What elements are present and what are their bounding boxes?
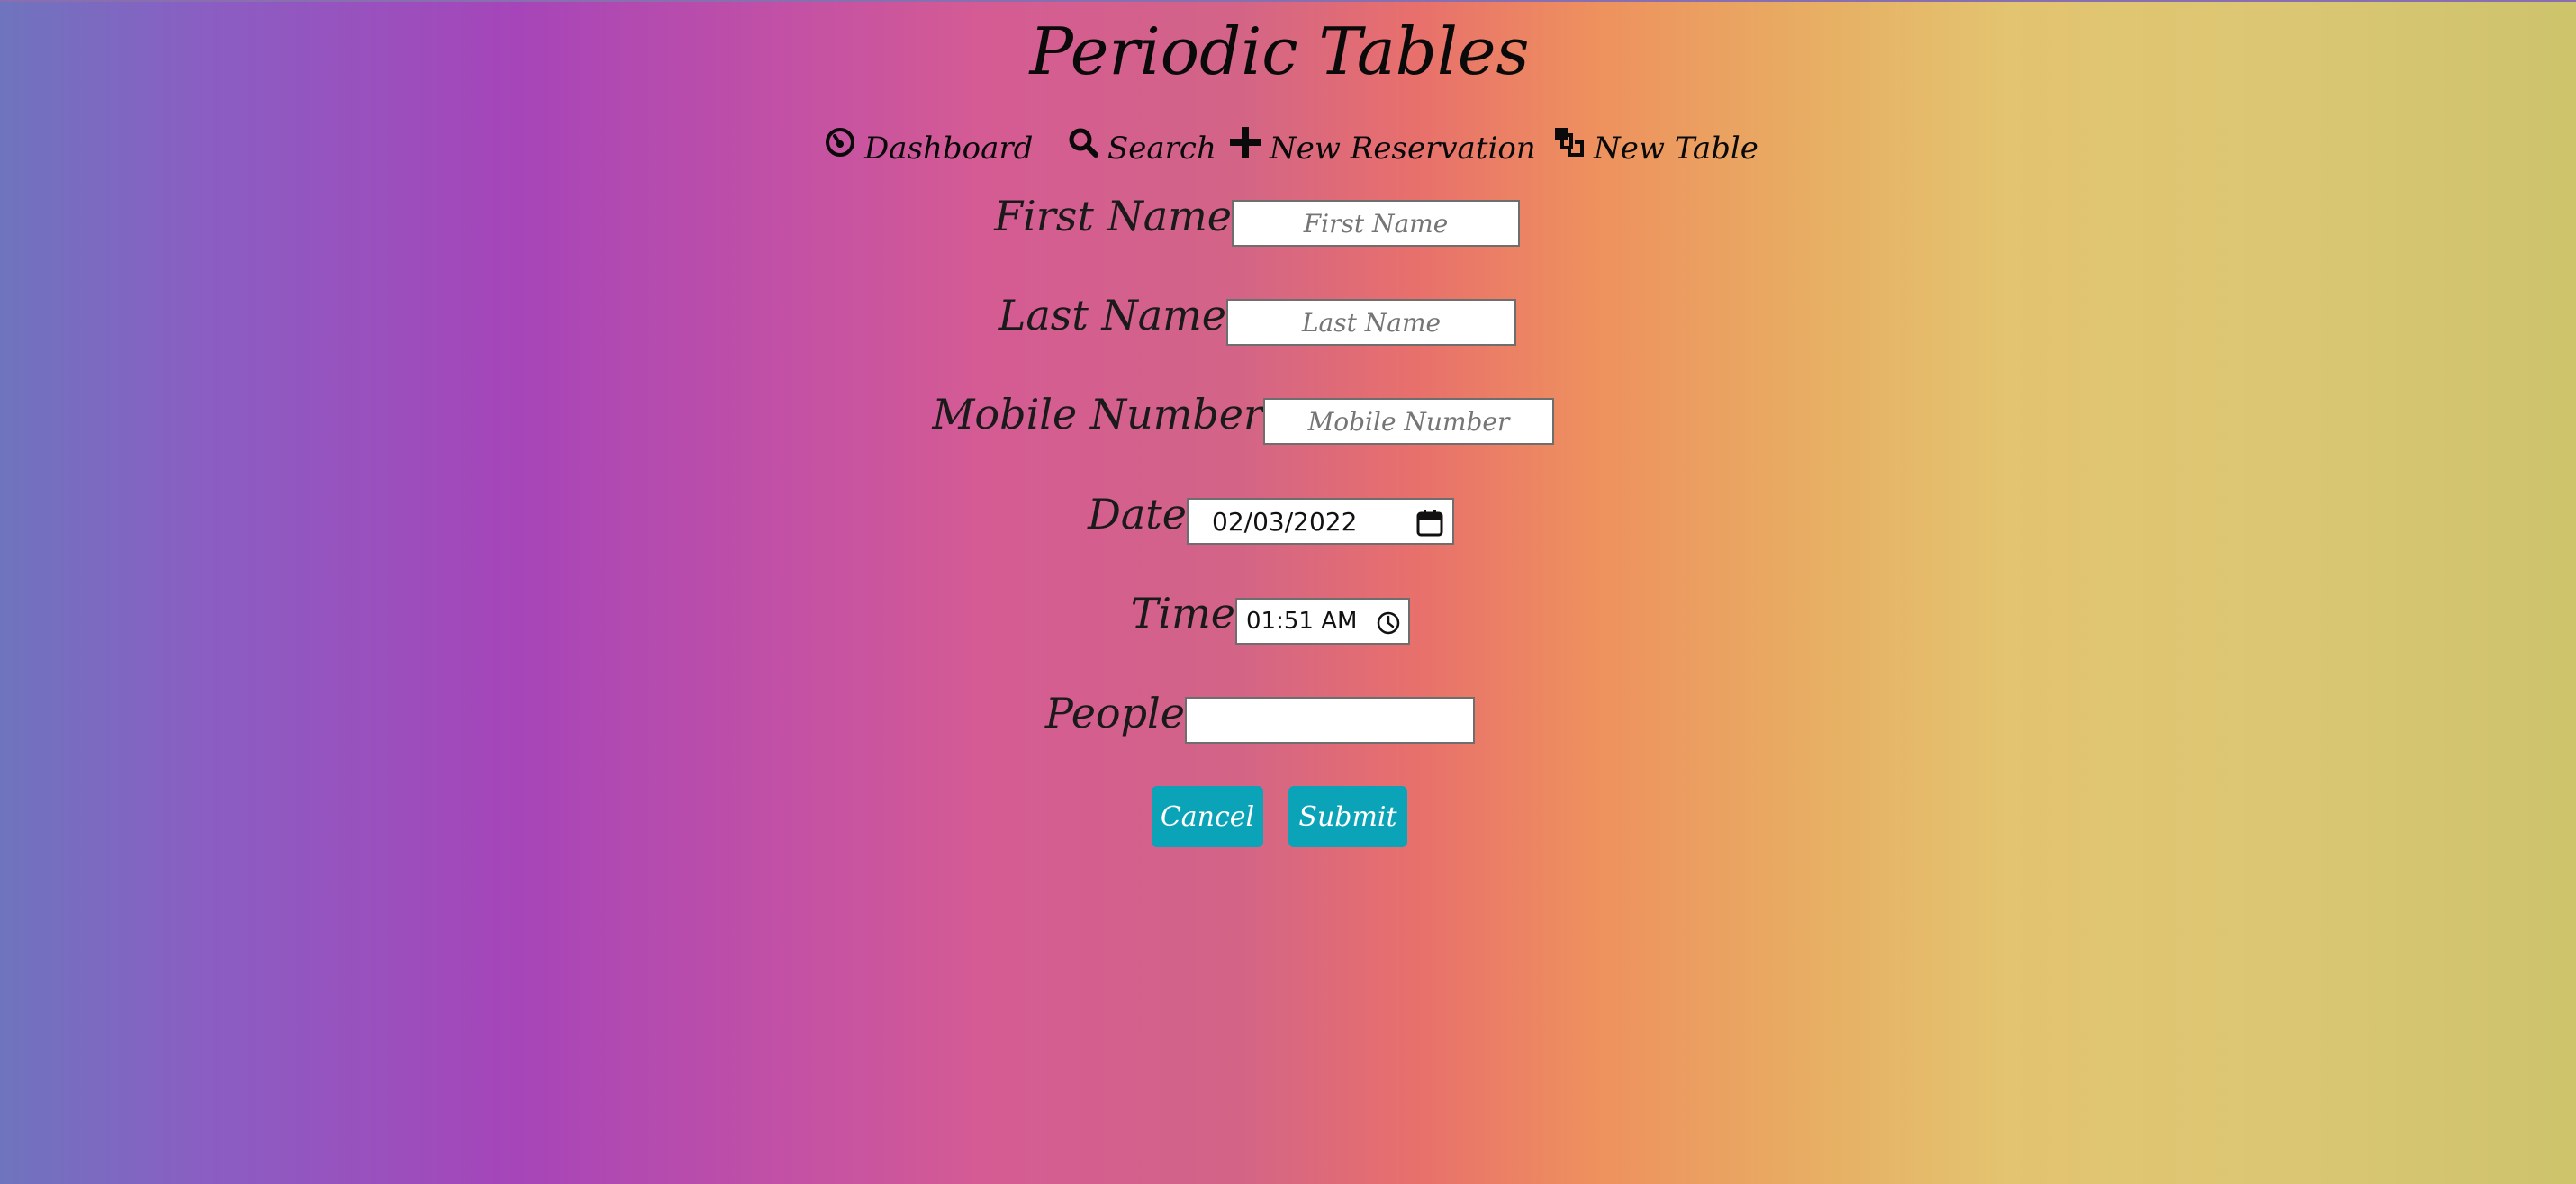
clock-icon[interactable]	[1376, 610, 1401, 642]
people-input[interactable]	[1185, 697, 1475, 744]
last-name-input[interactable]	[1226, 299, 1516, 346]
dashboard-icon	[825, 127, 855, 158]
mobile-number-label: Mobile Number	[932, 390, 1263, 438]
first-name-input[interactable]	[1232, 200, 1520, 247]
last-name-label: Last Name	[998, 291, 1226, 339]
app-title: Periodic Tables	[1029, 14, 1530, 89]
nav-dashboard[interactable]: Dashboard	[825, 126, 1033, 171]
layers-icon	[1554, 127, 1585, 158]
time-value: 01:51 AM	[1246, 608, 1358, 635]
date-value: 02/03/2022	[1212, 506, 1358, 537]
nav-dashboard-label: Dashboard	[864, 131, 1034, 167]
first-name-label: First Name	[994, 192, 1232, 240]
submit-button[interactable]: Submit	[1288, 786, 1407, 847]
search-icon	[1068, 127, 1098, 158]
nav-new-table[interactable]: New Table	[1554, 126, 1758, 171]
nav-search[interactable]: Search	[1068, 126, 1216, 171]
nav-search-label: Search	[1107, 131, 1216, 167]
plus-icon	[1230, 127, 1261, 158]
time-input[interactable]: 01:51 AM	[1235, 598, 1410, 645]
mobile-number-input[interactable]	[1263, 398, 1554, 445]
people-label: People	[1044, 689, 1185, 737]
date-label: Date	[1087, 490, 1187, 538]
nav-new-reservation-label: New Reservation	[1270, 131, 1536, 167]
calendar-icon[interactable]	[1416, 510, 1443, 543]
time-label: Time	[1130, 589, 1235, 637]
nav-new-reservation[interactable]: New Reservation	[1230, 126, 1536, 171]
date-input[interactable]: 02/03/2022	[1187, 498, 1454, 545]
cancel-button[interactable]: Cancel	[1152, 786, 1263, 847]
top-border	[0, 0, 2576, 2]
nav-new-table-label: New Table	[1594, 131, 1758, 167]
